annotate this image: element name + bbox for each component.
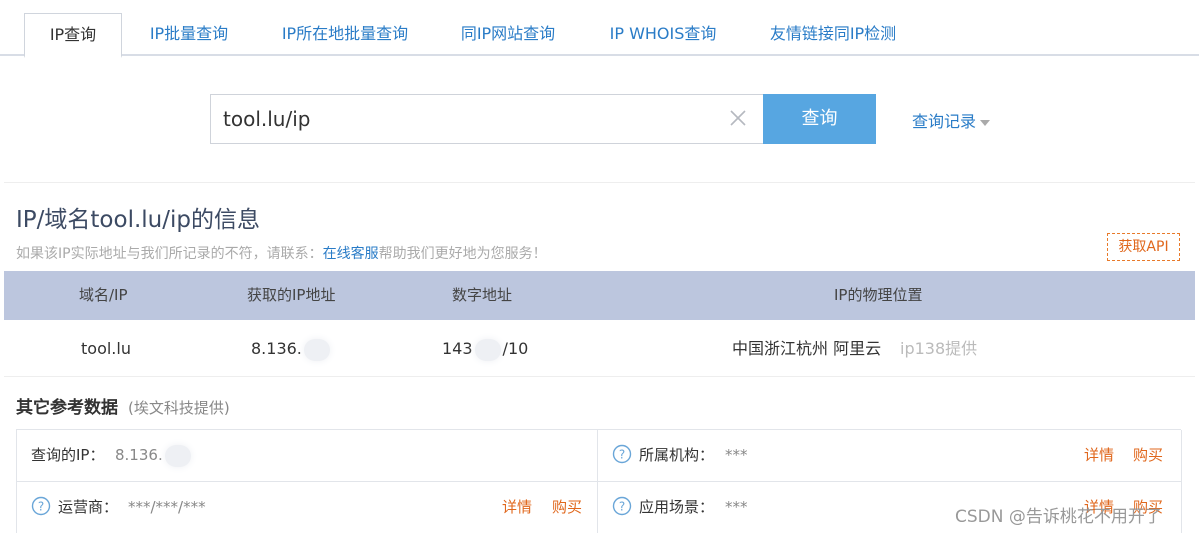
query-ip-value: 8.136. bbox=[115, 430, 193, 480]
svg-text:?: ? bbox=[619, 448, 625, 462]
info-subtitle-before: 如果该IP实际地址与我们所记录的不符，请联系： bbox=[16, 246, 323, 262]
question-circle-icon[interactable]: ? bbox=[612, 444, 632, 464]
numeric-address-prefix: 143 bbox=[442, 339, 473, 358]
query-ip-cell: 查询的IP： 8.136. bbox=[17, 430, 598, 482]
scene-value: *** bbox=[725, 498, 748, 516]
close-icon[interactable] bbox=[727, 107, 749, 129]
redaction-blur bbox=[303, 338, 330, 361]
svg-text:?: ? bbox=[619, 500, 625, 514]
isp-detail-link[interactable]: 详情 bbox=[502, 482, 532, 532]
cell-resolved-ip: 8.136. bbox=[251, 320, 332, 377]
search-area: 查询 查询记录 bbox=[4, 58, 1195, 183]
org-buy-link[interactable]: 购买 bbox=[1133, 430, 1163, 480]
tab-ip-location-batch-query[interactable]: IP所在地批量查询 bbox=[272, 13, 418, 56]
cell-domain: tool.lu bbox=[81, 339, 131, 358]
cell-location: 中国浙江杭州 阿里云 bbox=[732, 339, 882, 358]
tab-ip-batch-query[interactable]: IP批量查询 bbox=[140, 13, 238, 56]
isp-cell: ? 运营商： ***/***/*** 详情 购买 bbox=[17, 482, 598, 533]
isp-label: 运营商： bbox=[58, 498, 119, 516]
info-subtitle: 如果该IP实际地址与我们所记录的不符，请联系：在线客服帮助我们更好地为您服务！ bbox=[16, 243, 547, 263]
org-label: 所属机构： bbox=[639, 446, 715, 464]
header-resolved-ip: 获取的IP地址 bbox=[247, 286, 336, 304]
search-input[interactable] bbox=[223, 95, 723, 143]
org-cell: ? 所属机构： *** 详情 购买 bbox=[598, 430, 1182, 482]
resolved-ip-text: 8.136. bbox=[251, 339, 302, 358]
cell-numeric-address: 143/10 bbox=[442, 320, 528, 377]
redaction-blur bbox=[474, 338, 501, 361]
header-domain-ip: 域名/IP bbox=[79, 286, 128, 304]
page: IP查询 IP批量查询 IP所在地批量查询 同IP网站查询 IP WHOIS查询… bbox=[0, 0, 1199, 533]
table-row: tool.lu 8.136. 143/10 中国浙江杭州 阿里云 ip138提供 bbox=[4, 320, 1195, 377]
isp-buy-link[interactable]: 购买 bbox=[552, 482, 582, 532]
query-ip-label: 查询的IP： bbox=[31, 446, 105, 464]
scene-label: 应用场景： bbox=[639, 498, 715, 516]
query-history-label: 查询记录 bbox=[912, 112, 977, 131]
tab-same-ip-sites[interactable]: 同IP网站查询 bbox=[452, 13, 564, 56]
svg-text:?: ? bbox=[38, 500, 44, 514]
org-value: *** bbox=[725, 446, 748, 464]
online-support-link[interactable]: 在线客服 bbox=[323, 246, 379, 262]
reference-heading: 其它参考数据 bbox=[16, 398, 118, 418]
query-history-dropdown[interactable]: 查询记录 bbox=[912, 108, 991, 132]
result-table-header: 域名/IP 获取的IP地址 数字地址 IP的物理位置 bbox=[4, 271, 1195, 320]
org-detail-link[interactable]: 详情 bbox=[1084, 430, 1114, 480]
numeric-address-suffix: /10 bbox=[502, 339, 529, 358]
redaction-blur bbox=[164, 444, 191, 467]
isp-value: ***/***/*** bbox=[128, 498, 206, 516]
caret-down-icon bbox=[980, 119, 991, 126]
reference-title: 其它参考数据 (埃文科技提供) bbox=[16, 393, 230, 418]
get-api-button[interactable]: 获取API bbox=[1107, 233, 1180, 261]
tab-link-same-ip-check[interactable]: 友情链接同IP检测 bbox=[760, 13, 906, 56]
info-subtitle-after: 帮助我们更好地为您服务！ bbox=[378, 246, 547, 262]
info-title: IP/域名tool.lu/ip的信息 bbox=[16, 207, 260, 233]
search-box bbox=[210, 94, 764, 144]
reference-source: (埃文科技提供) bbox=[128, 399, 230, 417]
tab-ip-query[interactable]: IP查询 bbox=[24, 13, 122, 58]
question-circle-icon[interactable]: ? bbox=[612, 496, 632, 516]
query-button[interactable]: 查询 bbox=[763, 94, 876, 144]
header-physical-location: IP的物理位置 bbox=[834, 286, 923, 304]
tab-bar: IP查询 IP批量查询 IP所在地批量查询 同IP网站查询 IP WHOIS查询… bbox=[0, 0, 1199, 58]
tab-ip-whois[interactable]: IP WHOIS查询 bbox=[600, 13, 726, 56]
cell-provider: ip138提供 bbox=[900, 339, 978, 358]
question-circle-icon[interactable]: ? bbox=[31, 496, 51, 516]
query-ip-text: 8.136. bbox=[115, 446, 163, 464]
header-numeric-address: 数字地址 bbox=[452, 286, 513, 304]
watermark: CSDN @告诉桃花不用开了 bbox=[955, 507, 1162, 527]
